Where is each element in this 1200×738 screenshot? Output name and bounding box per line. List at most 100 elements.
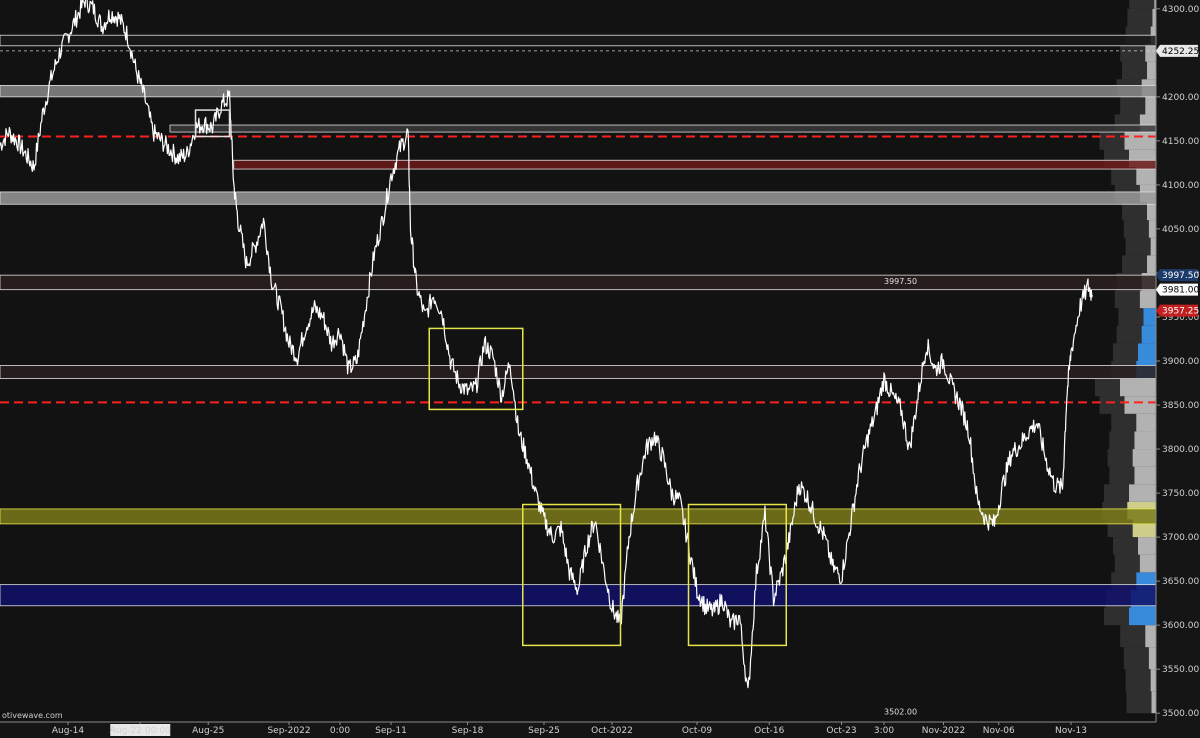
x-tick-label: Sep-25 [528, 726, 560, 736]
profile-shadow-bar [1113, 537, 1138, 555]
profile-shadow-bar [1104, 607, 1129, 626]
y-tick-label: 3800.00 [1162, 445, 1199, 455]
y-tick-label: 3550.00 [1162, 665, 1199, 675]
x-axis[interactable]: Aug-14 Aug-22 00:00 Aug-25 Sep-2022 0:00 Sep-… [0, 721, 1200, 738]
profile-bar [1138, 537, 1156, 555]
profile-bar [1129, 484, 1156, 502]
profile-bar [1129, 607, 1156, 626]
profile-shadow-bar [1095, 378, 1120, 397]
x-tick-label: Oct-23 [826, 726, 856, 736]
x-tick-label: Nov-06 [983, 726, 1015, 736]
profile-shadow-bar [1125, 669, 1151, 692]
y-tick-label: 3900.00 [1162, 357, 1199, 367]
profile-bar [1143, 308, 1156, 326]
profile-shadow-bar [1099, 396, 1125, 414]
profile-bar [1132, 449, 1156, 467]
price-zone [169, 124, 1157, 133]
level-label: 3502.00 [884, 707, 917, 716]
profile-bar [1145, 625, 1156, 648]
profile-bar [1148, 647, 1156, 670]
y-tick-label: 4100.00 [1162, 181, 1199, 191]
profile-bar [1141, 325, 1156, 344]
profile-bar [1145, 96, 1156, 115]
profile-bar [1138, 343, 1156, 361]
profile-shadow-bar [1109, 466, 1135, 485]
profile-bar [1147, 255, 1156, 273]
profile-bar [1136, 413, 1156, 432]
price-zone [0, 584, 1157, 607]
profile-bar [1134, 466, 1156, 485]
y-tick-label: 3750.00 [1162, 489, 1199, 499]
profile-shadow-bar [1127, 8, 1153, 27]
x-tick-label: Sep-2022 [267, 726, 310, 736]
profile-shadow-bar [1118, 308, 1144, 326]
profile-bar [1151, 691, 1156, 714]
profile-bar [1120, 378, 1156, 397]
level-label: 3997.50 [884, 277, 917, 286]
profile-shadow-bar [1113, 343, 1138, 361]
profile-shadow-bar [1120, 96, 1146, 115]
profile-shadow-bar [1111, 413, 1137, 432]
price-zone [0, 85, 1157, 98]
price-chart[interactable]: 3997.50 3502.00 3500.00 3550.00 3600.00 3650… [0, 0, 1200, 738]
price-zone [0, 191, 1157, 205]
x-tick-label: Sep-11 [375, 726, 407, 736]
x-tick-label: Aug-25 [192, 726, 224, 736]
x-tick-label: Aug-22 00:00 [110, 726, 171, 736]
profile-bar [1150, 669, 1156, 692]
profile-shadow-bar [1116, 325, 1142, 344]
price-zone [233, 159, 1157, 170]
price-tag-label: 3957.25 [1162, 307, 1199, 317]
profile-bar [1148, 220, 1156, 238]
y-tick-label: 3850.00 [1162, 401, 1199, 411]
x-tick-label: Nov-13 [1055, 726, 1087, 736]
y-tick-label: 4150.00 [1162, 137, 1199, 147]
profile-shadow-bar [1123, 647, 1149, 670]
y-tick-label: 3500.00 [1162, 709, 1199, 719]
profile-bar [1139, 290, 1156, 309]
profile-bar [1147, 202, 1156, 221]
profile-shadow-bar [1122, 61, 1147, 80]
price-zone [0, 34, 1157, 47]
profile-bar [1124, 396, 1156, 414]
y-tick-label: 4050.00 [1162, 225, 1199, 235]
y-tick-label: 4200.00 [1162, 93, 1199, 103]
price-tag-label: 3981.00 [1162, 286, 1199, 296]
price-tag-label: 4252.25 [1162, 47, 1199, 57]
profile-bar [1145, 44, 1156, 62]
x-tick-label: Aug-14 [52, 726, 85, 736]
y-tick-label: 3600.00 [1162, 621, 1199, 631]
profile-bar [1139, 554, 1156, 573]
price-tag-label: 3997.50 [1162, 271, 1199, 281]
profile-shadow-bar [1111, 167, 1137, 185]
profile-shadow-bar [1125, 237, 1151, 256]
x-tick-label: Oct-16 [754, 726, 785, 736]
x-tick-label: Sep-18 [452, 726, 484, 736]
profile-bar [1136, 167, 1156, 185]
x-tick-label: Oct-09 [682, 726, 713, 736]
y-tick-label: 3700.00 [1162, 533, 1199, 543]
profile-shadow-bar [1099, 132, 1125, 150]
profile-shadow-bar [1114, 290, 1140, 309]
profile-shadow-bar [1129, 0, 1155, 9]
profile-shadow-bar [1120, 625, 1146, 648]
watermark: otivewave.com [2, 711, 63, 720]
profile-bar [1147, 61, 1156, 80]
profile-shadow-bar [1104, 484, 1129, 502]
y-tick-label: 4300.00 [1162, 5, 1199, 15]
profile-shadow-bar [1122, 202, 1147, 221]
price-zone [0, 365, 1157, 380]
profile-bar [1134, 431, 1156, 450]
profile-shadow-bar [1114, 554, 1140, 573]
price-zone [0, 274, 1157, 291]
profile-shadow-bar [1123, 220, 1149, 238]
x-tick-label: 3:00 [874, 726, 894, 736]
profile-bar [1124, 132, 1156, 150]
x-tick-label: Nov-2022 [922, 726, 965, 736]
y-axis[interactable]: 3500.00 3550.00 3600.00 3650.00 3700.00 3750.… [1155, 0, 1200, 738]
profile-bar [1152, 8, 1156, 27]
profile-shadow-bar [1107, 449, 1133, 467]
profile-shadow-bar [1109, 431, 1135, 450]
y-tick-label: 3650.00 [1162, 577, 1199, 587]
profile-shadow-bar [1122, 255, 1147, 273]
